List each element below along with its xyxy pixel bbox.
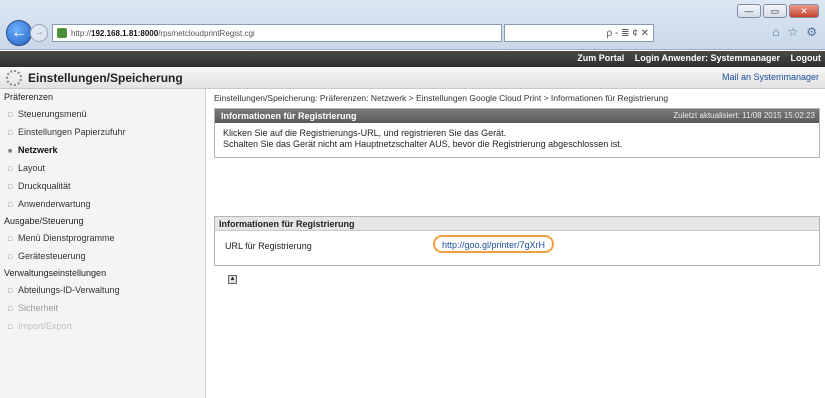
favorites-star-icon[interactable]: ☆ bbox=[787, 25, 798, 39]
sidebar-item-label: Anwenderwartung bbox=[18, 199, 91, 209]
info-line-2: Schalten Sie das Gerät nicht am Hauptnet… bbox=[223, 139, 623, 149]
to-top-icon[interactable]: ▲ bbox=[228, 275, 237, 284]
sidebar-item[interactable]: □ Abteilungs-ID-Verwaltung bbox=[0, 281, 205, 299]
bullet-icon: □ bbox=[8, 202, 13, 209]
home-icon[interactable]: ⌂ bbox=[772, 25, 779, 39]
top-links: Zum Portal Login Anwender: Systemmanager… bbox=[569, 53, 821, 63]
sidebar-item[interactable]: □ Menü Dienstprogramme bbox=[0, 229, 205, 247]
sidebar-item-label: Menü Dienstprogramme bbox=[18, 233, 115, 243]
search-refresh-tools[interactable]: ρ - ≣ ¢ ✕ bbox=[504, 24, 654, 42]
settings-gear-icon bbox=[6, 70, 22, 86]
minimize-button[interactable]: — bbox=[737, 4, 761, 18]
sidebar-item-label: Druckqualität bbox=[18, 181, 71, 191]
registration-panel: Informationen für Registrierung URL für … bbox=[214, 216, 820, 266]
sidebar-item-label: Netzwerk bbox=[18, 145, 58, 155]
logout-link[interactable]: Logout bbox=[791, 53, 822, 63]
registration-panel-title: Informationen für Registrierung bbox=[215, 217, 819, 231]
sidebar-item[interactable]: □ Steuerungsmenü bbox=[0, 105, 205, 123]
sidebar-item-label: Sicherheit bbox=[18, 303, 59, 313]
browser-toolbar-icons: ⌂ ☆ ⚙ bbox=[772, 25, 817, 39]
portal-link[interactable]: Zum Portal bbox=[577, 53, 624, 63]
sidebar-item[interactable]: □ Layout bbox=[0, 159, 205, 177]
sidebar-item[interactable]: □ Druckqualität bbox=[0, 177, 205, 195]
bullet-icon: □ bbox=[8, 324, 13, 331]
bullet-icon: □ bbox=[8, 254, 13, 261]
info-panel-title: Informationen für Registrierung bbox=[221, 111, 357, 121]
page-title: Einstellungen/Speicherung bbox=[28, 71, 183, 85]
browser-chrome: — ▭ ✕ ← → http://192.168.1.81:8000/rps/n… bbox=[0, 0, 825, 50]
close-button[interactable]: ✕ bbox=[789, 4, 819, 18]
info-panel-body: Klicken Sie auf die Registrierungs-URL, … bbox=[215, 123, 819, 155]
mail-admin-link[interactable]: Mail an Systemmanager bbox=[722, 72, 819, 82]
site-identity-icon bbox=[57, 28, 67, 38]
info-panel: Informationen für Registrierung Zuletzt … bbox=[214, 108, 820, 158]
back-arrow-icon[interactable]: ← bbox=[6, 20, 32, 46]
sidebar-item-label: Layout bbox=[18, 163, 46, 173]
sidebar-item[interactable]: □ Gerätesteuerung bbox=[0, 247, 205, 265]
sidebar-section-heading[interactable]: Präferenzen bbox=[0, 89, 205, 105]
sidebar-item-label: Steuerungsmenü bbox=[18, 109, 87, 119]
login-user-label: Login Anwender: Systemmanager bbox=[634, 53, 780, 63]
window-controls: — ▭ ✕ bbox=[737, 4, 819, 18]
sidebar-section-heading[interactable]: Verwaltungseinstellungen bbox=[0, 265, 205, 281]
sidebar-item[interactable]: □ Einstellungen Papierzufuhr bbox=[0, 123, 205, 141]
sidebar-section-heading[interactable]: Ausgabe/Steuerung bbox=[0, 213, 205, 229]
address-bar[interactable]: http://192.168.1.81:8000/rps/netcloudpri… bbox=[52, 24, 502, 42]
breadcrumb: Einstellungen/Speicherung: Präferenzen: … bbox=[214, 93, 669, 103]
settings-gear-icon[interactable]: ⚙ bbox=[806, 25, 817, 39]
sidebar-item[interactable]: □ Anwenderwartung bbox=[0, 195, 205, 213]
last-updated: Zuletzt aktualisiert: 11/08 2015 15:02:2… bbox=[673, 111, 815, 120]
registration-url-link[interactable]: http://goo.gl/printer/7gXrH bbox=[433, 235, 555, 253]
sidebar-item-label: Einstellungen Papierzufuhr bbox=[18, 127, 126, 137]
registration-url-label: URL für Registrierung bbox=[225, 241, 312, 251]
address-url: http://192.168.1.81:8000/rps/netcloudpri… bbox=[71, 28, 255, 38]
info-panel-header: Informationen für Registrierung Zuletzt … bbox=[215, 109, 819, 123]
sidebar-item[interactable]: □ Import/Export bbox=[0, 317, 205, 335]
sidebar-item[interactable]: □ Sicherheit bbox=[0, 299, 205, 317]
sidebar-item[interactable]: ■ Netzwerk bbox=[0, 141, 205, 159]
sidebar-item-label: Import/Export bbox=[18, 321, 73, 331]
maximize-button[interactable]: ▭ bbox=[763, 4, 787, 18]
info-line-1: Klicken Sie auf die Registrierungs-URL, … bbox=[223, 128, 507, 138]
sidebar: Präferenzen □ Steuerungsmenü □ Einstellungen… bbox=[0, 89, 206, 398]
forward-arrow-icon[interactable]: → bbox=[30, 24, 48, 42]
registration-row: URL für Registrierung http://goo.gl/prin… bbox=[215, 231, 819, 261]
title-bar: Einstellungen/Speicherung Mail an System… bbox=[0, 67, 825, 89]
sidebar-item-label: Abteilungs-ID-Verwaltung bbox=[18, 285, 120, 295]
search-refresh-icons[interactable]: ρ - ≣ ¢ ✕ bbox=[607, 28, 649, 39]
sidebar-item-label: Gerätesteuerung bbox=[18, 251, 86, 261]
app-top-strip: Zum Portal Login Anwender: Systemmanager… bbox=[0, 51, 825, 67]
